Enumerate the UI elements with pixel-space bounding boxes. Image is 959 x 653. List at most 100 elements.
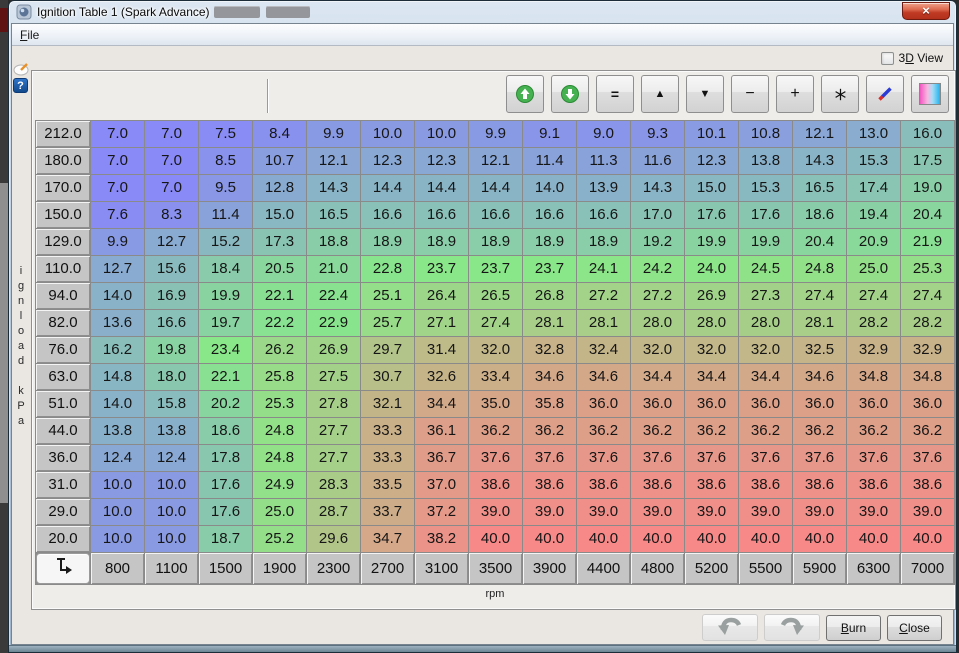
table-cell[interactable]: 26.5 bbox=[469, 283, 522, 309]
table-cell[interactable]: 27.7 bbox=[307, 445, 360, 471]
table-cell[interactable]: 33.7 bbox=[361, 499, 414, 525]
table-cell[interactable]: 24.5 bbox=[739, 256, 792, 282]
table-cell[interactable]: 17.0 bbox=[631, 202, 684, 228]
table-cell[interactable]: 10.0 bbox=[145, 526, 198, 552]
table-cell[interactable]: 36.2 bbox=[901, 418, 954, 444]
table-cell[interactable]: 10.0 bbox=[91, 472, 144, 498]
color-gradient-button[interactable] bbox=[911, 75, 949, 113]
table-cell[interactable]: 11.3 bbox=[577, 148, 630, 174]
table-cell[interactable]: 36.0 bbox=[577, 391, 630, 417]
table-cell[interactable]: 27.4 bbox=[469, 310, 522, 336]
table-cell[interactable]: 14.4 bbox=[415, 175, 468, 201]
table-cell[interactable]: 16.6 bbox=[469, 202, 522, 228]
table-cell[interactable]: 37.6 bbox=[631, 445, 684, 471]
table-cell[interactable]: 17.3 bbox=[253, 229, 306, 255]
read-from-ecu-button[interactable] bbox=[551, 75, 589, 113]
table-cell[interactable]: 23.7 bbox=[469, 256, 522, 282]
table-cell[interactable]: 32.5 bbox=[793, 337, 846, 363]
subtract-button[interactable]: − bbox=[731, 75, 769, 113]
table-cell[interactable]: 36.2 bbox=[793, 418, 846, 444]
table-cell[interactable]: 27.5 bbox=[307, 364, 360, 390]
axis-corner-button[interactable] bbox=[36, 553, 90, 584]
table-cell[interactable]: 10.0 bbox=[415, 121, 468, 147]
table-cell[interactable]: 19.2 bbox=[631, 229, 684, 255]
table-cell[interactable]: 32.9 bbox=[847, 337, 900, 363]
table-cell[interactable]: 24.8 bbox=[793, 256, 846, 282]
table-cell[interactable]: 28.3 bbox=[307, 472, 360, 498]
table-cell[interactable]: 24.2 bbox=[631, 256, 684, 282]
table-cell[interactable]: 28.1 bbox=[793, 310, 846, 336]
table-cell[interactable]: 10.0 bbox=[91, 499, 144, 525]
table-cell[interactable]: 39.0 bbox=[469, 499, 522, 525]
table-cell[interactable]: 36.1 bbox=[415, 418, 468, 444]
table-cell[interactable]: 36.2 bbox=[631, 418, 684, 444]
table-cell[interactable]: 9.9 bbox=[91, 229, 144, 255]
table-cell[interactable]: 12.3 bbox=[361, 148, 414, 174]
table-cell[interactable]: 40.0 bbox=[739, 526, 792, 552]
table-cell[interactable]: 21.0 bbox=[307, 256, 360, 282]
multiply-button[interactable] bbox=[821, 75, 859, 113]
table-cell[interactable]: 32.0 bbox=[469, 337, 522, 363]
table-cell[interactable]: 16.0 bbox=[901, 121, 954, 147]
table-cell[interactable]: 17.6 bbox=[739, 202, 792, 228]
table-cell[interactable]: 7.6 bbox=[91, 202, 144, 228]
table-cell[interactable]: 8.5 bbox=[199, 148, 252, 174]
table-cell[interactable]: 19.8 bbox=[145, 337, 198, 363]
table-cell[interactable]: 19.9 bbox=[199, 283, 252, 309]
table-cell[interactable]: 8.3 bbox=[145, 202, 198, 228]
table-cell[interactable]: 13.8 bbox=[91, 418, 144, 444]
table-cell[interactable]: 10.0 bbox=[91, 526, 144, 552]
table-cell[interactable]: 31.4 bbox=[415, 337, 468, 363]
table-cell[interactable]: 38.2 bbox=[415, 526, 468, 552]
table-cell[interactable]: 27.2 bbox=[577, 283, 630, 309]
table-cell[interactable]: 18.7 bbox=[199, 526, 252, 552]
table-cell[interactable]: 32.0 bbox=[631, 337, 684, 363]
table-cell[interactable]: 19.0 bbox=[901, 175, 954, 201]
table-cell[interactable]: 24.9 bbox=[253, 472, 306, 498]
table-cell[interactable]: 36.0 bbox=[793, 391, 846, 417]
table-cell[interactable]: 16.6 bbox=[145, 310, 198, 336]
table-cell[interactable]: 37.6 bbox=[685, 445, 738, 471]
table-cell[interactable]: 34.6 bbox=[577, 364, 630, 390]
table-cell[interactable]: 12.4 bbox=[145, 445, 198, 471]
table-cell[interactable]: 36.7 bbox=[415, 445, 468, 471]
table-cell[interactable]: 12.1 bbox=[793, 121, 846, 147]
table-cell[interactable]: 27.4 bbox=[901, 283, 954, 309]
3d-view-toggle[interactable]: 3D View bbox=[881, 51, 944, 65]
table-cell[interactable]: 36.2 bbox=[847, 418, 900, 444]
table-cell[interactable]: 10.7 bbox=[253, 148, 306, 174]
table-cell[interactable]: 34.4 bbox=[739, 364, 792, 390]
table-cell[interactable]: 25.0 bbox=[847, 256, 900, 282]
table-cell[interactable]: 13.0 bbox=[847, 121, 900, 147]
table-cell[interactable]: 12.4 bbox=[91, 445, 144, 471]
table-cell[interactable]: 22.2 bbox=[253, 310, 306, 336]
table-cell[interactable]: 14.8 bbox=[91, 364, 144, 390]
title-bar[interactable]: Ignition Table 1 (Spark Advance) × bbox=[9, 1, 956, 23]
table-cell[interactable]: 18.9 bbox=[361, 229, 414, 255]
table-cell[interactable]: 27.7 bbox=[307, 418, 360, 444]
table-cell[interactable]: 19.7 bbox=[199, 310, 252, 336]
table-cell[interactable]: 18.9 bbox=[469, 229, 522, 255]
table-cell[interactable]: 16.9 bbox=[145, 283, 198, 309]
table-cell[interactable]: 36.2 bbox=[469, 418, 522, 444]
decrease-value-button[interactable]: ▼ bbox=[686, 75, 724, 113]
table-cell[interactable]: 16.6 bbox=[361, 202, 414, 228]
table-cell[interactable]: 32.8 bbox=[523, 337, 576, 363]
table-cell[interactable]: 22.8 bbox=[361, 256, 414, 282]
table-cell[interactable]: 36.2 bbox=[523, 418, 576, 444]
table-cell[interactable]: 39.0 bbox=[901, 499, 954, 525]
table-cell[interactable]: 15.6 bbox=[145, 256, 198, 282]
table-cell[interactable]: 17.8 bbox=[199, 445, 252, 471]
table-cell[interactable]: 29.6 bbox=[307, 526, 360, 552]
table-cell[interactable]: 40.0 bbox=[577, 526, 630, 552]
table-cell[interactable]: 38.6 bbox=[685, 472, 738, 498]
table-cell[interactable]: 38.6 bbox=[847, 472, 900, 498]
table-cell[interactable]: 18.6 bbox=[199, 418, 252, 444]
table-cell[interactable]: 36.2 bbox=[739, 418, 792, 444]
table-cell[interactable]: 7.0 bbox=[91, 121, 144, 147]
table-cell[interactable]: 39.0 bbox=[631, 499, 684, 525]
table-cell[interactable]: 18.0 bbox=[145, 364, 198, 390]
send-to-ecu-button[interactable] bbox=[506, 75, 544, 113]
table-cell[interactable]: 11.4 bbox=[199, 202, 252, 228]
table-cell[interactable]: 14.3 bbox=[307, 175, 360, 201]
